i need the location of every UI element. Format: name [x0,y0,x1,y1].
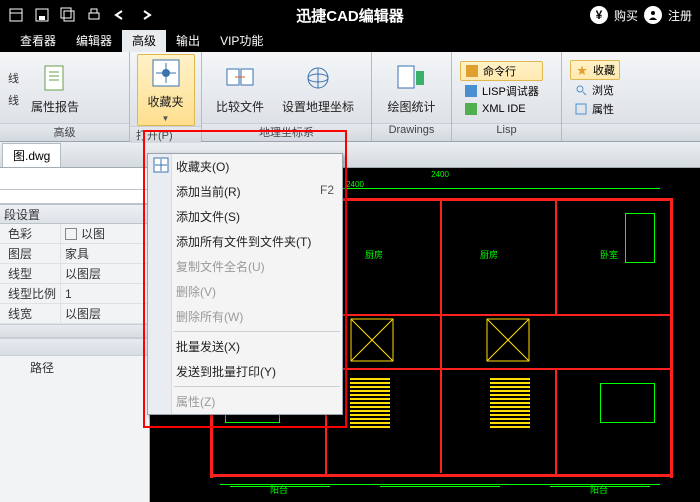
register-link[interactable]: 注册 [668,7,692,24]
btn-line2[interactable]: 线 [8,92,19,108]
prop-ltscale-v[interactable]: 1 [60,284,149,303]
tab-editor[interactable]: 编辑器 [66,29,122,52]
menu-batch-send[interactable]: 批量发送(X) [148,334,342,359]
menu-send-batch-print[interactable]: 发送到批量打印(Y) [148,359,342,384]
room-label: 厨房 [365,248,383,261]
geo-coord-button[interactable]: 设置地理坐标 [276,60,360,117]
search-icon [574,83,588,97]
yen-icon: ¥ [590,6,608,24]
properties-panel: 段设置 色彩以图 图层家具 线型以图层 线型比例1 线宽以图层 路径 [0,168,150,502]
menu-tabs: 查看器 编辑器 高级 输出 VIP功能 [0,30,700,52]
btn-line1[interactable]: 线 [8,70,19,86]
lisp-icon [464,84,478,98]
prop-layer-k: 图层 [0,244,60,263]
attr-report-button[interactable]: 属性报告 [25,60,85,117]
elevator [486,318,530,362]
menu-add-all-to-folder[interactable]: 添加所有文件到文件夹(T) [148,229,342,254]
draw-stats-button[interactable]: 绘图统计 [381,60,441,117]
star-icon [575,63,589,77]
prop-lwidth-v[interactable]: 以图层 [60,304,149,323]
ribbon: 线 线 属性报告 高级 收藏夹 ▼ 打开(P) 比较文件 [0,52,700,142]
app-menu-icon[interactable] [6,5,26,25]
furniture [600,383,655,423]
buy-link[interactable]: 购买 [614,7,638,24]
title-bar: 迅捷CAD编辑器 ¥ 购买 注册 [0,0,700,30]
attr-icon [574,102,588,116]
cmd-icon [465,64,479,78]
prop-layer-v[interactable]: 家具 [60,244,149,263]
stairs [350,378,390,430]
cmd-line-button[interactable]: 命令行 [460,61,543,81]
tab-advanced[interactable]: 高级 [122,29,166,52]
prop-linetype-k: 线型 [0,264,60,283]
prop-lwidth-k: 线宽 [0,304,60,323]
menu-delete: 删除(V) [148,279,342,304]
menu-delete-all: 删除所有(W) [148,304,342,329]
user-icon [644,6,662,24]
compare-files-button[interactable]: 比较文件 [210,60,270,117]
tab-vip[interactable]: VIP功能 [210,29,273,52]
xml-ide-button[interactable]: XML IDE [460,101,543,117]
compare-icon [224,62,256,94]
xml-icon [464,102,478,116]
menu-favorites[interactable]: 收藏夹(O) [148,154,342,179]
room-label: 厨房 [480,248,498,261]
room-label: 卧室 [600,248,618,261]
room-label: 阳台 [270,483,288,496]
document-tabs: 图.dwg [0,142,700,168]
lisp-debug-button[interactable]: LISP调试器 [460,82,543,100]
dim-label: 2400 [431,170,449,179]
menu-properties: 属性(Z) [148,389,342,414]
group-label-advanced: 高级 [0,123,129,141]
prop-ltscale-k: 线型比例 [0,284,60,303]
favorites-icon [152,156,170,174]
elevator [350,318,394,362]
group-label-drawings: Drawings [372,123,451,141]
group-label-lisp: Lisp [452,123,561,141]
checkbox-icon[interactable] [65,228,77,240]
furniture [625,213,655,263]
stairs [490,378,530,430]
favorites-menu: 收藏夹(O) 添加当前(R)F2 添加文件(S) 添加所有文件到文件夹(T) 复… [147,153,343,415]
save-all-icon[interactable] [58,5,78,25]
favorites-button[interactable]: 收藏夹 ▼ [137,54,195,126]
panel-toolbar [0,168,149,190]
menu-separator [174,331,340,332]
redo-icon[interactable] [136,5,156,25]
undo-icon[interactable] [110,5,130,25]
tab-output[interactable]: 输出 [166,29,210,52]
panel-header: 段设置 [0,204,149,224]
print-icon[interactable] [84,5,104,25]
app-title: 迅捷CAD编辑器 [296,5,404,26]
attr-button[interactable]: 属性 [570,100,620,118]
menu-add-file[interactable]: 添加文件(S) [148,204,342,229]
save-icon[interactable] [32,5,52,25]
prop-color-k: 色彩 [0,224,60,243]
path-label: 路径 [30,359,54,376]
favorites-icon [150,57,182,89]
prop-color-v[interactable]: 以图 [60,224,149,243]
stats-icon [395,62,427,94]
chevron-down-icon: ▼ [162,114,170,123]
browse-button[interactable]: 浏览 [570,81,620,99]
menu-copy-fullname: 复制文件全名(U) [148,254,342,279]
geo-icon [302,62,334,94]
menu-separator [174,386,340,387]
menu-add-current[interactable]: 添加当前(R)F2 [148,179,342,204]
doc-tab[interactable]: 图.dwg [2,143,61,167]
prop-linetype-v[interactable]: 以图层 [60,264,149,283]
fav2-button[interactable]: 收藏 [570,60,620,80]
tab-viewer[interactable]: 查看器 [10,29,66,52]
room-label: 阳台 [590,483,608,496]
report-icon [39,62,71,94]
